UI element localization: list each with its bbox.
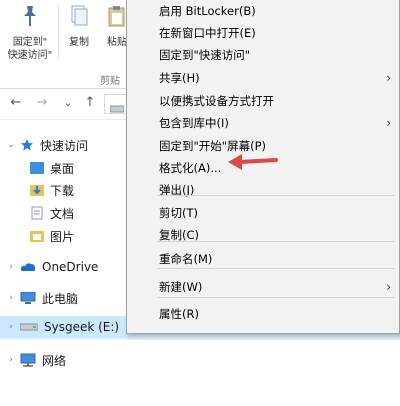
sidebar-item-label: 下载 xyxy=(50,183,75,198)
sidebar-item-label: 图片 xyxy=(50,229,75,244)
sidebar-item-downloads[interactable]: 下载 xyxy=(30,179,74,201)
sidebar-item-this-pc[interactable]: › 此电脑 xyxy=(6,287,78,309)
back-button[interactable]: ← xyxy=(8,95,24,111)
sidebar-item-onedrive[interactable]: › OneDrive xyxy=(6,256,98,278)
chevron-right-icon[interactable]: › xyxy=(6,322,16,332)
menu-item-bitlocker[interactable]: 启用 BitLocker(B) xyxy=(127,0,399,22)
clipboard-group-label: 剪贴 xyxy=(100,76,120,87)
sidebar-item-network[interactable]: › 网络 xyxy=(6,349,66,371)
forward-button[interactable]: → xyxy=(34,95,50,111)
menu-item-copy[interactable]: 复制(C) xyxy=(127,224,399,246)
navigation-pane: ⌄ 快速访问 桌面 下载 文档 图片 › OneDrive › 此电脑 › Sy… xyxy=(0,120,130,406)
menu-item-cut[interactable]: 剪切(T) xyxy=(127,202,399,224)
chevron-right-icon: › xyxy=(386,280,391,294)
pictures-folder-icon xyxy=(30,229,44,243)
chevron-right-icon[interactable]: › xyxy=(6,262,16,272)
sidebar-item-label: 网络 xyxy=(42,353,67,368)
menu-item-open-new-window[interactable]: 在新窗口中打开(E) xyxy=(127,22,399,44)
download-folder-icon xyxy=(30,183,44,197)
sidebar-item-label: 桌面 xyxy=(50,161,75,176)
sidebar-item-label: 快速访问 xyxy=(40,138,89,153)
sidebar-item-quick-access[interactable]: ⌄ 快速访问 xyxy=(6,134,88,156)
menu-separator xyxy=(157,297,395,298)
sidebar-item-documents[interactable]: 文档 xyxy=(30,202,74,224)
menu-item-pin-quick-access[interactable]: 固定到"快速访问" xyxy=(127,44,399,66)
chevron-right-icon[interactable]: › xyxy=(6,293,16,303)
sidebar-item-label: 此电脑 xyxy=(42,291,79,306)
desktop-folder-icon xyxy=(30,162,44,174)
paste-label: 粘贴 xyxy=(107,37,127,48)
sidebar-item-label: OneDrive xyxy=(42,260,99,274)
this-pc-icon xyxy=(20,292,36,304)
menu-separator xyxy=(157,268,395,269)
network-icon xyxy=(20,353,36,367)
menu-item-properties[interactable]: 属性(R) xyxy=(127,303,399,325)
sidebar-item-pictures[interactable]: 图片 xyxy=(30,225,74,247)
up-button[interactable]: ↑ xyxy=(82,95,98,111)
chevron-right-icon: › xyxy=(386,116,391,130)
copy-icon xyxy=(62,4,96,32)
pin-icon xyxy=(2,4,58,32)
menu-item-share[interactable]: 共享(H) › xyxy=(127,67,399,89)
chevron-down-icon[interactable]: ⌄ xyxy=(6,140,16,150)
menu-item-new[interactable]: 新建(W) › xyxy=(127,276,399,298)
chevron-right-icon: › xyxy=(386,71,391,85)
recent-locations-button[interactable]: ⌄ xyxy=(60,95,76,111)
menu-separator xyxy=(157,195,395,196)
sidebar-item-sysgeek-drive[interactable]: › Sysgeek (E:) xyxy=(0,316,130,338)
documents-folder-icon xyxy=(30,206,44,220)
red-arrow-icon xyxy=(228,154,278,170)
ribbon-separator xyxy=(58,4,59,60)
onedrive-cloud-icon xyxy=(20,262,36,272)
menu-item-open-as-portable[interactable]: 以便携式设备方式打开 xyxy=(127,90,399,112)
menu-item-eject[interactable]: 弹出(J) xyxy=(127,179,399,201)
pin-label-line1: 固定到" xyxy=(12,37,48,48)
sidebar-item-desktop[interactable]: 桌面 xyxy=(30,157,74,179)
sidebar-item-label: Sysgeek (E:) xyxy=(44,320,120,334)
copy-label: 复制 xyxy=(69,37,89,48)
pin-label-line2: 快速访问" xyxy=(7,50,53,61)
menu-item-rename[interactable]: 重命名(M) xyxy=(127,248,399,270)
star-icon xyxy=(20,138,34,152)
copy-button[interactable]: 复制 xyxy=(62,2,96,49)
menu-separator xyxy=(157,241,395,242)
chevron-right-icon[interactable]: › xyxy=(6,355,16,365)
menu-item-include-in-library[interactable]: 包含到库中(I) › xyxy=(127,112,399,134)
pin-to-quick-access-button[interactable]: 固定到" 快速访问" xyxy=(2,2,58,62)
sidebar-item-label: 文档 xyxy=(50,206,75,221)
drive-small-icon xyxy=(109,99,125,118)
drive-icon xyxy=(20,322,38,332)
